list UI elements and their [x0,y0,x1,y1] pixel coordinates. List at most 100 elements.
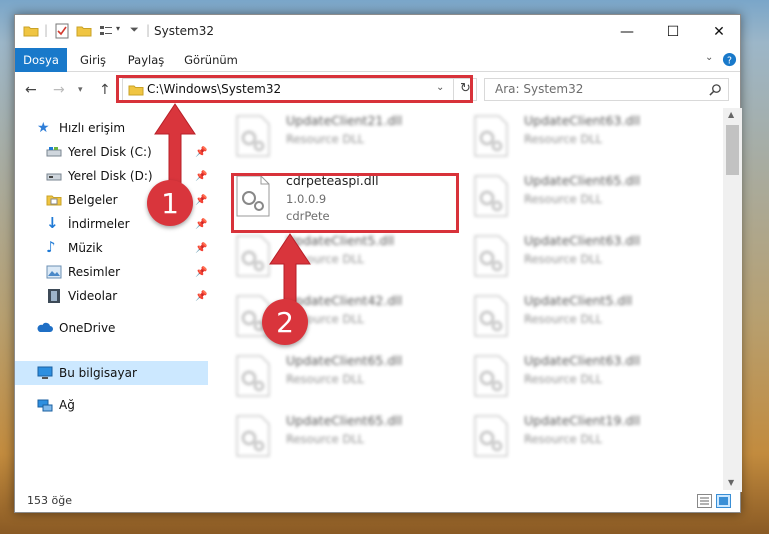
navigation-bar: ← → ▾ ↑ C:\Windows\System32 ⌄ ↻ Ara: Sys… [15,72,740,108]
file-description: Resource DLL [286,252,365,266]
refresh-icon[interactable]: ↻ [460,81,471,96]
sidebar-item-label: Bu bilgisayar [59,366,137,380]
file-company: cdrPete [286,209,330,223]
pin-icon[interactable]: 📌 [195,195,207,206]
dll-file-icon [236,235,270,277]
pin-icon[interactable]: 📌 [195,219,207,230]
drive-icon [46,173,62,181]
item-count: 153 öğe [27,494,72,507]
file-name: UpdateClient65.dll [286,353,403,368]
quick-access-dropdown-icon[interactable]: ⏷ [130,23,139,37]
file-name: UpdateClient5.dll [286,233,395,248]
search-input[interactable]: Ara: System32 [484,78,729,101]
file-name: UpdateClient63.dll [524,353,641,368]
help-icon[interactable]: ? [722,52,737,67]
large-icons-view-icon[interactable] [716,494,731,508]
pin-icon[interactable]: 📌 [195,171,207,182]
customize-toolbar-icon[interactable] [98,23,114,39]
dll-file-icon [474,175,508,217]
explorer-window: | ▾ ⏷ | System32 — ☐ ✕ Dosya Giriş Payla… [14,14,742,513]
tab-share[interactable]: Paylaş [121,48,171,72]
new-folder-icon[interactable] [76,23,92,39]
status-bar: 153 öğe [15,490,740,512]
drive-icon [46,147,62,157]
file-name: UpdateClient63.dll [524,233,641,248]
address-dropdown-icon[interactable]: ⌄ [436,82,444,93]
file-description: Resource DLL [524,252,603,266]
up-arrow-icon[interactable]: ↑ [99,82,111,98]
minimize-button[interactable]: — [604,15,650,48]
sidebar-item-network[interactable]: Ağ [15,393,208,417]
list-item[interactable]: UpdateClient65.dll Resource DLL [235,350,465,408]
search-icon[interactable] [709,83,722,96]
list-item[interactable]: UpdateClient19.dll Resource DLL [473,410,703,468]
dll-file-icon [474,415,508,457]
file-description: Resource DLL [524,132,603,146]
scroll-up-icon[interactable]: ▲ [728,110,734,119]
sidebar-item-quick-access[interactable]: ★ Hızlı erişim [15,116,208,140]
maximize-button[interactable]: ☐ [650,15,696,48]
pin-icon[interactable]: 📌 [195,147,207,158]
properties-icon[interactable] [54,23,70,39]
file-name: cdrpeteaspi.dll [286,173,379,188]
sidebar-item-pictures[interactable]: Resimler 📌 [15,260,208,284]
recent-locations-icon[interactable]: ▾ [78,85,83,95]
file-description: Resource DLL [524,372,603,386]
ribbon-tabs: Dosya Giriş Paylaş Görünüm ⌄ ? [15,48,740,72]
pictures-icon [46,265,62,279]
title-bar: | ▾ ⏷ | System32 — ☐ ✕ [15,15,740,48]
file-description: Resource DLL [286,372,365,386]
list-item[interactable]: UpdateClient65.dll Resource DLL [473,170,703,228]
chevron-down-icon[interactable]: ▾ [116,24,120,33]
sidebar-item-music[interactable]: ♪ Müzik 📌 [15,236,208,260]
forward-arrow-icon[interactable]: → [53,82,65,98]
sidebar-item-label: Yerel Disk (D:) [68,169,153,183]
dll-file-icon [236,415,270,457]
sidebar-item-videos[interactable]: Videolar 📌 [15,284,208,308]
address-bar[interactable]: C:\Windows\System32 ⌄ ↻ [122,78,477,101]
sidebar-item-label: OneDrive [59,321,116,335]
list-item[interactable]: UpdateClient63.dll Resource DLL [473,230,703,288]
sidebar-item-label: Belgeler [68,193,118,207]
sidebar-item-onedrive[interactable]: OneDrive [15,316,208,340]
scroll-down-icon[interactable]: ▼ [728,478,734,487]
sidebar-item-label: Hızlı erişim [59,121,126,135]
file-name: UpdateClient65.dll [524,173,641,188]
file-description: Resource DLL [524,192,603,206]
list-item[interactable]: UpdateClient65.dll Resource DLL [235,410,465,468]
expand-ribbon-icon[interactable]: ⌄ [705,52,713,63]
list-item[interactable]: UpdateClient5.dll Resource DLL [473,290,703,348]
tab-view[interactable]: Görünüm [179,48,243,72]
dll-file-icon [474,115,508,157]
vertical-scrollbar[interactable]: ▲ ▼ [723,108,742,492]
pin-icon[interactable]: 📌 [195,267,207,278]
close-button[interactable]: ✕ [696,15,742,48]
step-badge-2: 2 [262,299,308,345]
sidebar-item-local-disk-c[interactable]: Yerel Disk (C:) 📌 [15,140,208,164]
cloud-icon [37,322,53,332]
list-item[interactable]: UpdateClient63.dll Resource DLL [473,110,703,168]
pin-icon[interactable]: 📌 [195,291,207,302]
details-view-icon[interactable] [697,494,712,508]
list-item[interactable]: UpdateClient5.dll Resource DLL [235,230,465,288]
list-item[interactable]: UpdateClient63.dll Resource DLL [473,350,703,408]
file-name: UpdateClient42.dll [286,293,403,308]
sidebar-item-this-pc[interactable]: Bu bilgisayar [15,361,208,385]
film-icon [48,289,60,303]
scrollbar-thumb[interactable] [726,125,739,175]
dll-file-icon [236,175,270,217]
search-placeholder: Ara: System32 [495,82,584,96]
list-item-selected[interactable]: cdrpeteaspi.dll 1.0.0.9 cdrPete [235,170,465,228]
back-arrow-icon[interactable]: ← [25,82,37,98]
pin-icon[interactable]: 📌 [195,243,207,254]
tab-file[interactable]: Dosya [15,48,67,72]
dll-file-icon [474,235,508,277]
folder-icon [128,85,144,96]
folder-icon [23,26,39,37]
list-item[interactable]: UpdateClient21.dll Resource DLL [235,110,465,168]
file-description: Resource DLL [524,432,603,446]
navigation-pane: ★ Hızlı erişim Yerel Disk (C:) 📌 Yerel D… [15,108,208,492]
sidebar-item-label: Videolar [68,289,118,303]
tab-home[interactable]: Giriş [73,48,113,72]
svg-text:?: ? [727,55,732,66]
